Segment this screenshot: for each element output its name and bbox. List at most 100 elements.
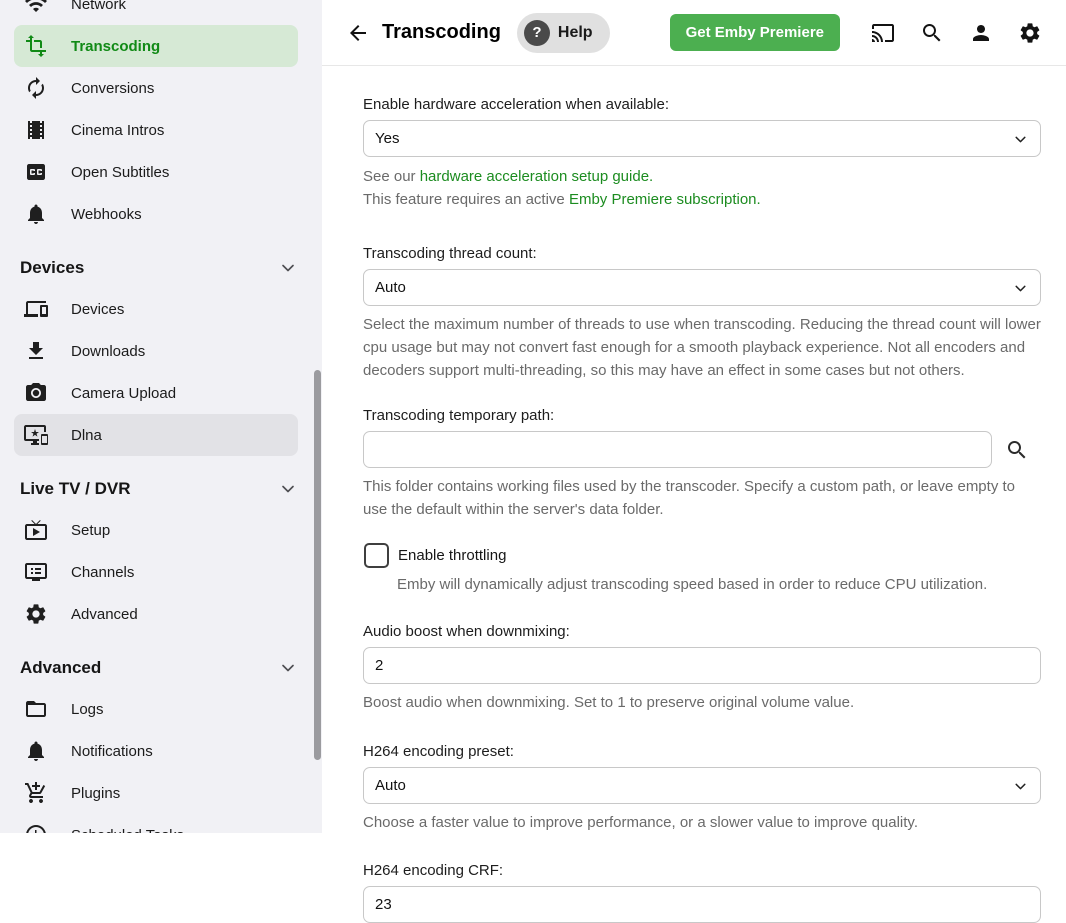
sync-icon (24, 76, 48, 100)
h264-crf-input[interactable] (363, 886, 1041, 923)
sidebar-item-channels[interactable]: Channels (14, 551, 298, 593)
thread-count-desc: Select the maximum number of threads to … (363, 313, 1041, 382)
chevron-down-icon (278, 258, 298, 278)
folder-icon (24, 697, 48, 721)
thread-count-value: Auto (375, 279, 406, 296)
help-icon: ? (524, 20, 550, 46)
chevron-down-icon (1012, 778, 1029, 795)
sidebar-item-conversions[interactable]: Conversions (14, 67, 298, 109)
premiere-subscription-link[interactable]: Emby Premiere subscription (569, 191, 757, 208)
section-title: Advanced (20, 658, 101, 678)
page-title: Transcoding (382, 21, 501, 44)
field-hw-accel: Enable hardware acceleration when availa… (363, 96, 1041, 211)
hw-accel-select[interactable]: Yes (363, 120, 1041, 157)
section-title: Devices (20, 258, 84, 278)
app-header: Transcoding ? Help Get Emby Premiere (322, 0, 1066, 66)
live-tv-icon (24, 518, 48, 542)
transcoding-form: Enable hardware acceleration when availa… (322, 66, 1066, 923)
sidebar-item-livetv-advanced[interactable]: Advanced (14, 593, 298, 635)
sidebar-item-label: Network (71, 0, 126, 13)
audio-boost-input[interactable] (363, 647, 1041, 684)
help-button[interactable]: ? Help (517, 13, 610, 53)
cart-plus-icon (24, 781, 48, 805)
thread-count-select[interactable]: Auto (363, 269, 1041, 306)
sidebar-item-label: Scheduled Tasks (71, 827, 184, 834)
help-label: Help (558, 24, 593, 42)
closed-caption-icon (24, 160, 48, 184)
get-emby-premiere-button[interactable]: Get Emby Premiere (670, 14, 840, 51)
camera-icon (24, 381, 48, 405)
sidebar-section-advanced[interactable]: Advanced (20, 648, 298, 688)
throttling-checkbox[interactable] (364, 543, 389, 568)
sidebar-item-label: Transcoding (71, 38, 160, 55)
h264-preset-value: Auto (375, 777, 406, 794)
sidebar-item-label: Downloads (71, 343, 145, 360)
hw-accel-value: Yes (375, 130, 399, 147)
sidebar-item-plugins[interactable]: Plugins (14, 772, 298, 814)
bell-icon (24, 739, 48, 763)
sidebar-item-scheduled-tasks[interactable]: Scheduled Tasks (14, 814, 298, 833)
sidebar-item-label: Dlna (71, 427, 102, 444)
sidebar-item-label: Devices (71, 301, 124, 318)
audio-boost-label: Audio boost when downmixing: (363, 623, 1041, 640)
sidebar-item-label: Plugins (71, 785, 120, 802)
field-audio-boost: Audio boost when downmixing: Boost audio… (363, 623, 1041, 714)
chevron-down-icon (278, 658, 298, 678)
bell-icon (24, 202, 48, 226)
hw-accel-guide-link[interactable]: hardware acceleration setup guide (420, 168, 649, 185)
section-title: Live TV / DVR (20, 479, 131, 499)
sidebar-item-label: Setup (71, 522, 110, 539)
gear-icon[interactable] (1018, 21, 1042, 45)
sidebar-item-label: Camera Upload (71, 385, 176, 402)
search-icon[interactable] (920, 21, 944, 45)
back-arrow-icon[interactable] (346, 21, 370, 45)
thread-count-label: Transcoding thread count: (363, 245, 1041, 262)
sidebar-item-downloads[interactable]: Downloads (14, 330, 298, 372)
browse-search-icon[interactable] (1005, 438, 1029, 462)
sidebar-section-devices[interactable]: Devices (20, 248, 298, 288)
sidebar-item-webhooks[interactable]: Webhooks (14, 193, 298, 235)
h264-preset-select[interactable]: Auto (363, 767, 1041, 804)
sidebar-item-open-subtitles[interactable]: Open Subtitles (14, 151, 298, 193)
sidebar-item-label: Webhooks (71, 206, 142, 223)
sidebar-item-transcoding[interactable]: Transcoding (14, 25, 298, 67)
sidebar-item-devices[interactable]: Devices (14, 288, 298, 330)
sidebar-scrollbar[interactable] (314, 370, 321, 760)
field-h264-crf: H264 encoding CRF: (363, 862, 1041, 923)
sidebar-item-camera-upload[interactable]: Camera Upload (14, 372, 298, 414)
throttling-label: Enable throttling (398, 547, 506, 564)
temp-path-input[interactable] (363, 431, 992, 468)
sidebar-item-label: Advanced (71, 606, 138, 623)
h264-crf-label: H264 encoding CRF: (363, 862, 1041, 879)
throttling-desc: Emby will dynamically adjust transcoding… (397, 573, 997, 596)
temp-path-desc: This folder contains working files used … (363, 475, 1041, 521)
temp-path-label: Transcoding temporary path: (363, 407, 1041, 424)
sidebar-item-label: Conversions (71, 80, 154, 97)
cast-icon[interactable] (871, 21, 895, 45)
chevron-down-icon (1012, 280, 1029, 297)
sidebar-item-setup[interactable]: Setup (14, 509, 298, 551)
sidebar-item-label: Cinema Intros (71, 122, 164, 139)
clock-icon (24, 823, 48, 833)
hw-accel-label: Enable hardware acceleration when availa… (363, 96, 1041, 113)
main-content: Transcoding ? Help Get Emby Premiere Ena… (322, 0, 1066, 833)
chevron-down-icon (278, 479, 298, 499)
field-h264-preset: H264 encoding preset: Auto Choose a fast… (363, 743, 1041, 834)
gear-icon (24, 602, 48, 626)
sidebar-item-network[interactable]: Network (14, 0, 298, 25)
sidebar: Network Transcoding Conversions Cinema I… (0, 0, 322, 833)
audio-boost-desc: Boost audio when downmixing. Set to 1 to… (363, 691, 1041, 714)
chevron-down-icon (1012, 131, 1029, 148)
field-throttling: Enable throttling Emby will dynamically … (363, 543, 1041, 596)
important-devices-icon (24, 423, 48, 447)
user-icon[interactable] (969, 21, 993, 45)
devices-icon (24, 297, 48, 321)
sidebar-item-cinema-intros[interactable]: Cinema Intros (14, 109, 298, 151)
sidebar-item-notifications[interactable]: Notifications (14, 730, 298, 772)
sidebar-section-live-tv[interactable]: Live TV / DVR (20, 469, 298, 509)
sidebar-item-dlna[interactable]: Dlna (14, 414, 298, 456)
hw-accel-help2: This feature requires an active Emby Pre… (363, 188, 1041, 211)
dvr-icon (24, 560, 48, 584)
sidebar-item-logs[interactable]: Logs (14, 688, 298, 730)
sidebar-item-label: Logs (71, 701, 104, 718)
